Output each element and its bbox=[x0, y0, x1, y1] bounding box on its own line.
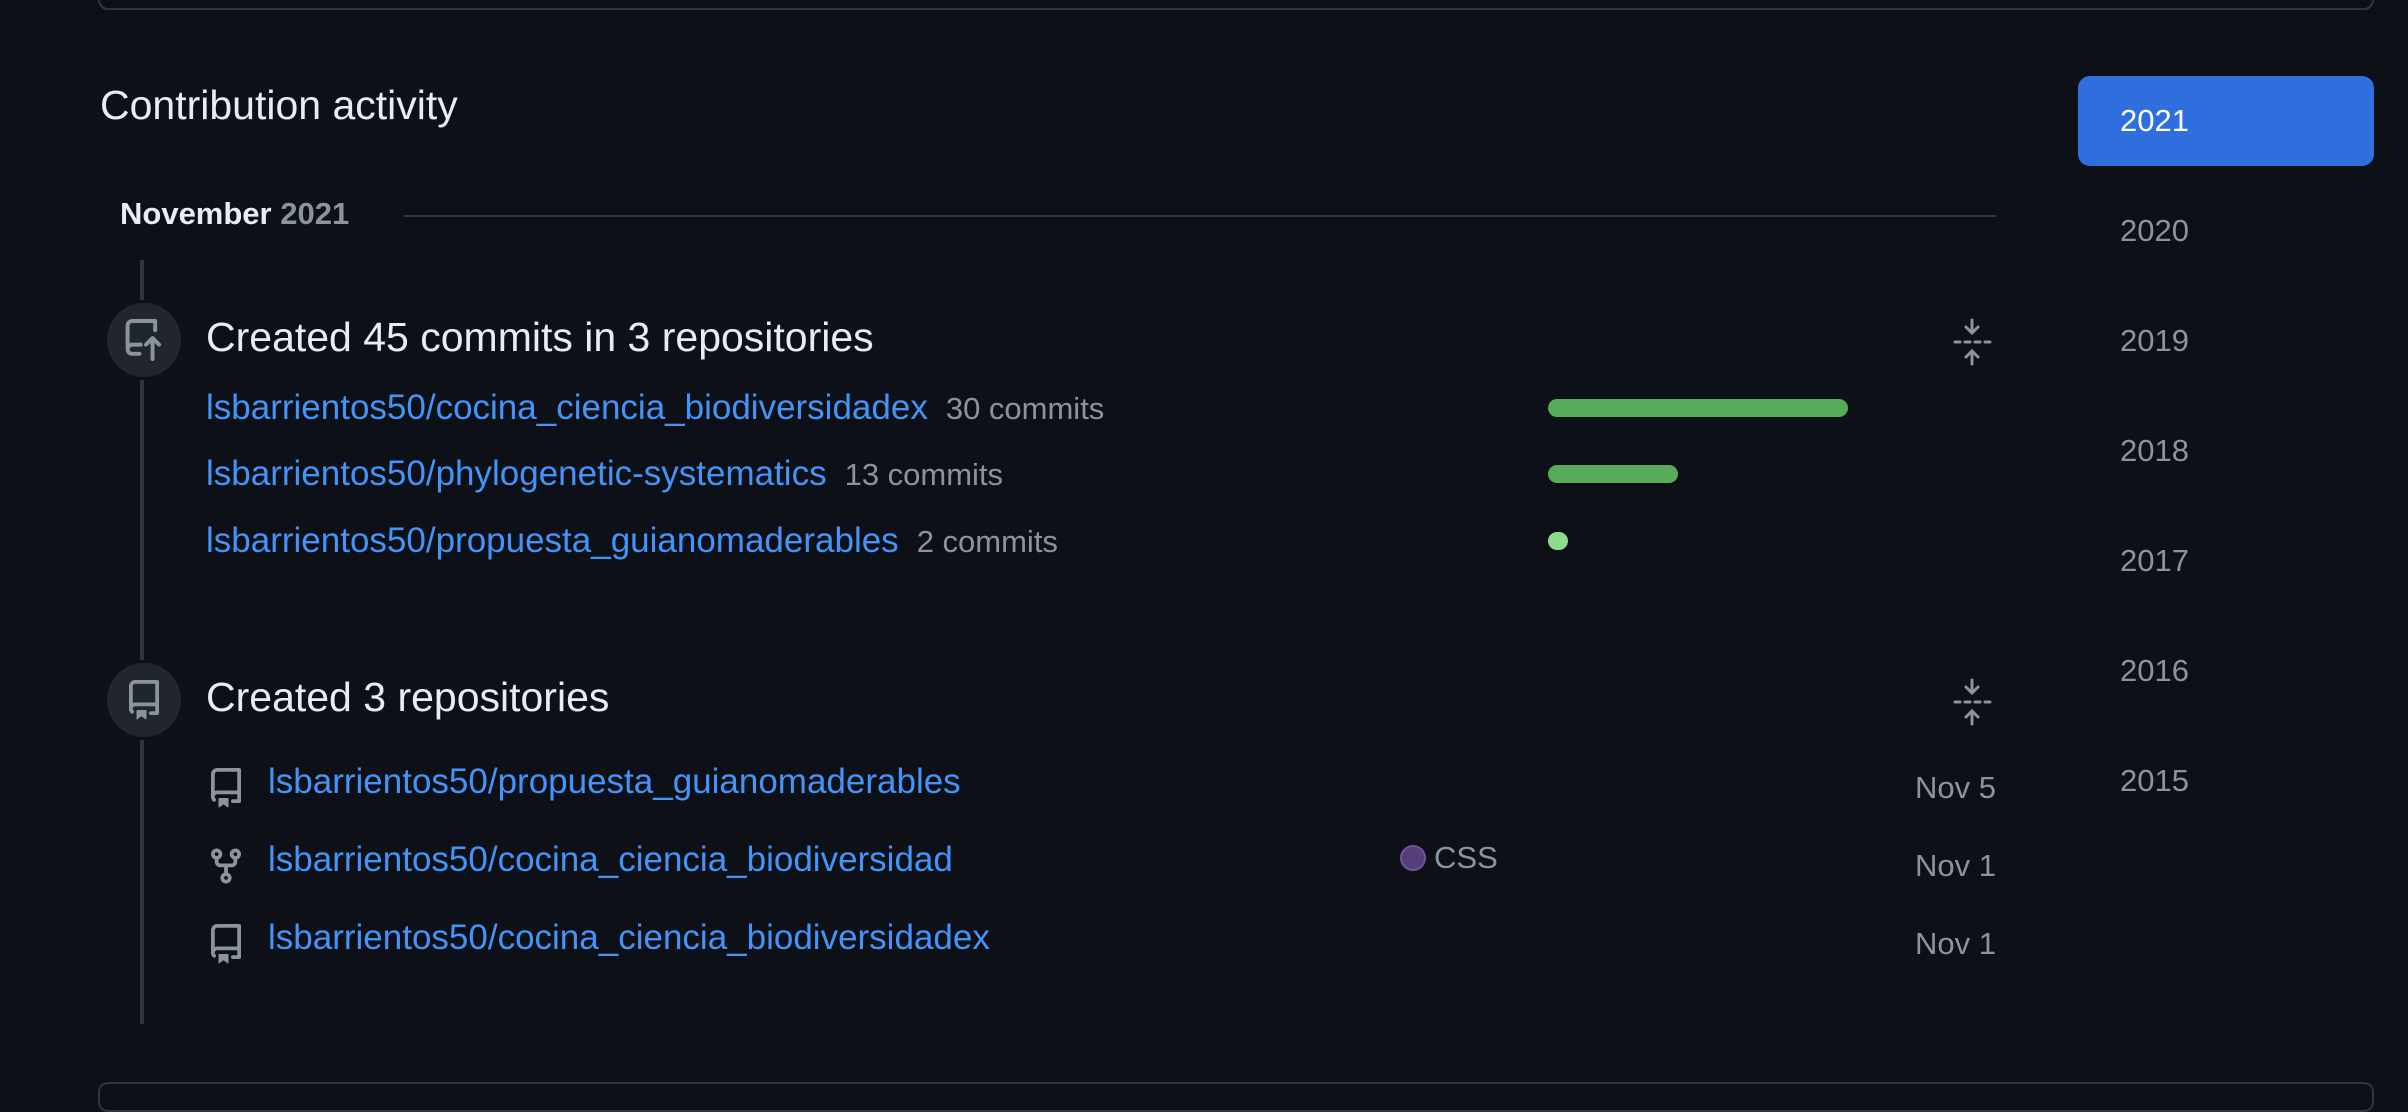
year-link[interactable]: 2021 bbox=[2078, 76, 2374, 166]
fork-icon bbox=[211, 848, 241, 884]
year-link[interactable]: 2020 bbox=[2078, 186, 2374, 276]
next-card-border bbox=[98, 1082, 2374, 1112]
fold-icon[interactable] bbox=[1952, 318, 1992, 366]
commit-repo-row: lsbarrientos50/cocina_ciencia_biodiversi… bbox=[206, 388, 1104, 432]
commit-bar[interactable] bbox=[1548, 465, 1678, 483]
created-repo-link[interactable]: lsbarrientos50/cocina_ciencia_biodiversi… bbox=[268, 840, 953, 880]
repo-push-icon bbox=[125, 319, 162, 361]
created-repo-link[interactable]: lsbarrientos50/propuesta_guianomaderable… bbox=[268, 762, 961, 802]
commit-repo-link[interactable]: lsbarrientos50/phylogenetic-systematics bbox=[206, 454, 827, 493]
commit-repo-link[interactable]: lsbarrientos50/cocina_ciencia_biodiversi… bbox=[206, 388, 928, 427]
language-tag: CSS bbox=[1400, 840, 1498, 876]
created-date: Nov 1 bbox=[1915, 848, 1996, 883]
year-nav: 2021 2020 2019 2018 2017 2016 2015 bbox=[2078, 76, 2374, 846]
commit-badge bbox=[104, 300, 184, 380]
commit-bar[interactable] bbox=[1548, 399, 1848, 417]
repos-heading: Created 3 repositories bbox=[206, 674, 610, 720]
language-name: CSS bbox=[1434, 840, 1498, 875]
repo-icon bbox=[211, 768, 241, 808]
commit-repo-link[interactable]: lsbarrientos50/propuesta_guianomaderable… bbox=[206, 521, 899, 560]
language-color-dot bbox=[1400, 845, 1426, 871]
created-repo-link[interactable]: lsbarrientos50/cocina_ciencia_biodiversi… bbox=[268, 918, 990, 958]
repo-icon bbox=[129, 680, 159, 720]
year-link[interactable]: 2017 bbox=[2078, 516, 2374, 606]
month-divider bbox=[404, 215, 1996, 217]
created-repo-row: lsbarrientos50/cocina_ciencia_biodiversi… bbox=[206, 918, 1996, 966]
commit-repo-row: lsbarrientos50/propuesta_guianomaderable… bbox=[206, 521, 1058, 565]
commits-heading: Created 45 commits in 3 repositories bbox=[206, 314, 874, 360]
repo-icon bbox=[211, 924, 241, 964]
commit-repo-row: lsbarrientos50/phylogenetic-systematics 1… bbox=[206, 454, 1003, 498]
created-repo-row: lsbarrientos50/propuesta_guianomaderable… bbox=[206, 762, 1996, 810]
year-link[interactable]: 2016 bbox=[2078, 626, 2374, 716]
created-date: Nov 1 bbox=[1915, 926, 1996, 961]
created-repo-row: lsbarrientos50/cocina_ciencia_biodiversi… bbox=[206, 840, 1996, 888]
contribution-activity-title: Contribution activity bbox=[100, 82, 458, 128]
month-name: November bbox=[120, 196, 272, 231]
year-link[interactable]: 2018 bbox=[2078, 406, 2374, 496]
fold-icon[interactable] bbox=[1952, 678, 1992, 726]
year-link[interactable]: 2015 bbox=[2078, 736, 2374, 826]
month-year: 2021 bbox=[280, 196, 350, 231]
year-link[interactable]: 2019 bbox=[2078, 296, 2374, 386]
commit-bar[interactable] bbox=[1548, 532, 1568, 550]
previous-card-border bbox=[98, 0, 2374, 10]
month-label: November 2021 bbox=[120, 196, 349, 232]
repo-badge bbox=[104, 660, 184, 740]
commit-count: 30 commits bbox=[945, 391, 1105, 426]
commit-count: 2 commits bbox=[916, 524, 1058, 559]
created-date: Nov 5 bbox=[1915, 770, 1996, 805]
commit-count: 13 commits bbox=[844, 457, 1004, 492]
month-header: November 2021 bbox=[120, 196, 1996, 236]
